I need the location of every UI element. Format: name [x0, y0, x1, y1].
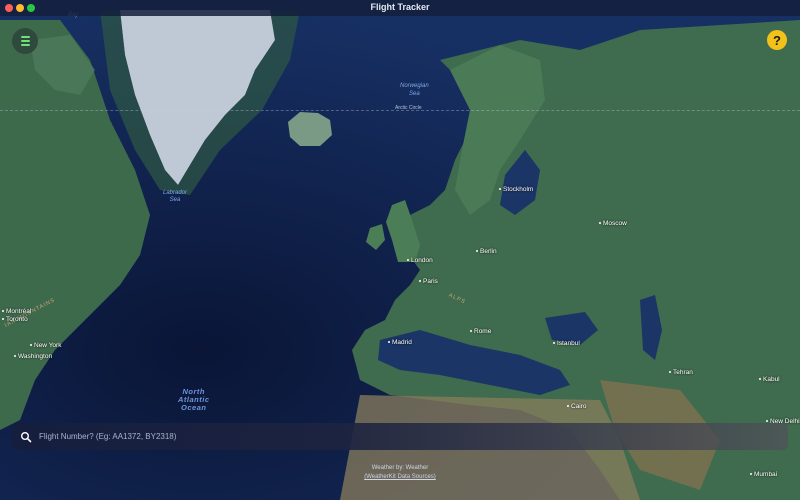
city-label-moscow[interactable]: Moscow: [599, 220, 627, 227]
weather-by-label: Weather by: Weather: [371, 465, 429, 471]
city-label-stockholm[interactable]: Stockholm: [498, 186, 533, 193]
ocean-label-north-atlantic: North Atlantic Ocean: [178, 387, 210, 412]
city-label-madrid[interactable]: Madrid: [388, 339, 412, 346]
weatherkit-data-sources-link[interactable]: (WeatherKit Data Sources): [340, 474, 460, 480]
help-button[interactable]: ?: [767, 30, 787, 50]
city-label-mumbai[interactable]: Mumbai: [749, 471, 777, 478]
city-label-paris[interactable]: Paris: [419, 278, 438, 285]
city-label-new-york[interactable]: New York: [29, 342, 61, 349]
city-label-tehran[interactable]: Tehran: [669, 369, 693, 376]
water-label-labrador-sea: Labrador Sea: [163, 190, 188, 203]
city-label-toronto[interactable]: Toronto: [2, 316, 28, 323]
city-label-cairo[interactable]: Cairo: [567, 403, 587, 410]
weather-attribution: Weather by: Weather (WeatherKit Data Sou…: [340, 465, 460, 480]
water-label-norwegian-sea: Norwegian Sea: [400, 83, 429, 97]
city-label-berlin[interactable]: Berlin: [476, 248, 497, 255]
city-label-kabul[interactable]: Kabul: [759, 376, 780, 383]
city-label-rome[interactable]: Rome: [469, 328, 491, 335]
flight-number-input[interactable]: [37, 431, 788, 442]
city-label-london[interactable]: London: [407, 257, 433, 264]
city-label-istanbul[interactable]: Istanbul: [553, 340, 580, 347]
flight-search-bar[interactable]: [12, 423, 788, 450]
menu-button[interactable]: [12, 28, 38, 54]
title-bar: Flight Tracker: [0, 0, 800, 16]
city-label-washington[interactable]: Washington: [13, 353, 52, 360]
search-icon: [21, 431, 32, 442]
window-title: Flight Tracker: [370, 2, 430, 12]
app-window: Arctic Circle Norwegian Sea Labrador Sea…: [0, 0, 800, 500]
arctic-circle-label: Arctic Circle: [395, 105, 422, 111]
city-label-montreal[interactable]: Montréal: [1, 308, 31, 315]
hamburger-menu-icon: [20, 35, 30, 47]
